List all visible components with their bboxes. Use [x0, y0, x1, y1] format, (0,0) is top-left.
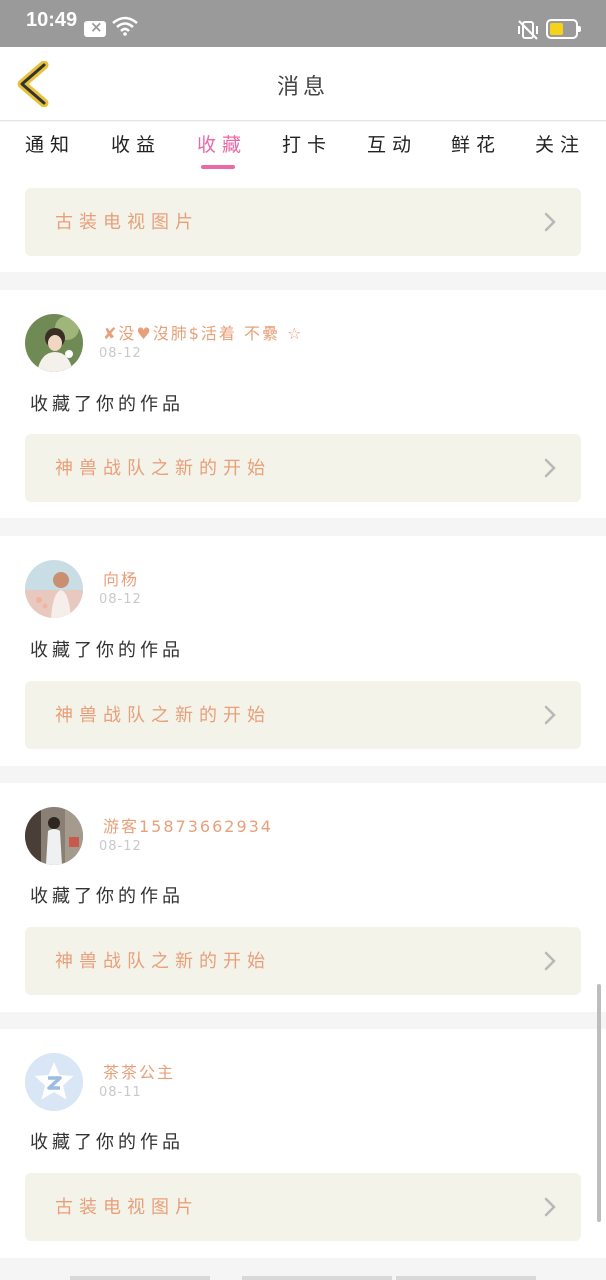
tab-flowers[interactable]: 鲜花 — [446, 130, 506, 157]
status-time: 10:49 — [26, 9, 78, 31]
status-bar: 10:49 — [0, 0, 606, 47]
work-title: 古装电视图片 — [55, 212, 199, 233]
tab-checkin[interactable]: 打卡 — [277, 130, 337, 157]
list-item: 古装电视图片 — [0, 172, 606, 272]
chevron-right-icon — [544, 951, 556, 971]
tab-follow[interactable]: 关注 — [530, 130, 590, 157]
item-date: 08-11 — [99, 1085, 142, 1100]
chevron-right-icon — [544, 705, 556, 725]
username[interactable]: 茶茶公主 — [103, 1059, 175, 1083]
action-text: 收藏了你的作品 — [30, 394, 184, 415]
tab-favorites[interactable]: 收藏 — [192, 130, 252, 157]
work-link[interactable]: 神兽战队之新的开始 — [25, 927, 581, 995]
list-item: 向杨 08-12 收藏了你的作品 神兽战队之新的开始 — [0, 536, 606, 766]
vibrate-off-icon — [518, 20, 538, 40]
page-title: 消息 — [276, 75, 329, 100]
chevron-right-icon — [544, 212, 556, 232]
battery-icon — [546, 19, 581, 39]
list-item: ✘没♥沒肺$活着 不纍 ☆ 08-12 收藏了你的作品 神兽战队之新的开始 — [0, 290, 606, 518]
username[interactable]: 向杨 — [103, 566, 139, 590]
list-item: 茶茶公主 08-11 收藏了你的作品 古装电视图片 — [0, 1029, 606, 1258]
work-title: 神兽战队之新的开始 — [55, 951, 271, 972]
tab-notify[interactable]: 通知 — [20, 130, 80, 157]
tab-bar: 通知 收益 收藏 打卡 互动 鲜花 关注 — [0, 122, 606, 172]
work-link[interactable]: 神兽战队之新的开始 — [25, 434, 581, 502]
wifi-icon — [112, 16, 138, 36]
chevron-right-icon — [544, 458, 556, 478]
user-avatar[interactable] — [25, 560, 83, 618]
tab-interaction[interactable]: 互动 — [362, 130, 422, 157]
item-date: 08-12 — [99, 346, 142, 361]
scrollbar[interactable] — [597, 984, 601, 1222]
tab-earnings[interactable]: 收益 — [106, 130, 166, 157]
user-avatar[interactable] — [25, 314, 83, 372]
default-avatar-icon[interactable] — [25, 1053, 83, 1111]
work-link[interactable]: 古装电视图片 — [25, 1173, 581, 1241]
work-link[interactable]: 古装电视图片 — [25, 188, 581, 256]
item-date: 08-12 — [99, 839, 142, 854]
action-text: 收藏了你的作品 — [30, 640, 184, 661]
username[interactable]: ✘没♥沒肺$活着 不纍 ☆ — [103, 320, 303, 344]
header-bar: 消息 — [0, 47, 606, 121]
work-link[interactable]: 神兽战队之新的开始 — [25, 681, 581, 749]
bottom-tab-hint — [70, 1276, 536, 1280]
active-tab-indicator — [201, 165, 235, 169]
action-text: 收藏了你的作品 — [30, 1132, 184, 1153]
chevron-right-icon — [544, 1197, 556, 1217]
username[interactable]: 游客15873662934 — [103, 813, 273, 837]
list-item: 游客15873662934 08-12 收藏了你的作品 神兽战队之新的开始 — [0, 783, 606, 1012]
item-date: 08-12 — [99, 592, 142, 607]
message-list[interactable]: 古装电视图片 ✘没♥沒肺$活着 不纍 ☆ 08-12 收藏了你的作品 神兽战队之… — [0, 172, 606, 1280]
user-avatar[interactable] — [25, 807, 83, 865]
work-title: 古装电视图片 — [55, 1197, 199, 1218]
work-title: 神兽战队之新的开始 — [55, 705, 271, 726]
action-text: 收藏了你的作品 — [30, 886, 184, 907]
work-title: 神兽战队之新的开始 — [55, 458, 271, 479]
notification-icon — [84, 18, 106, 37]
